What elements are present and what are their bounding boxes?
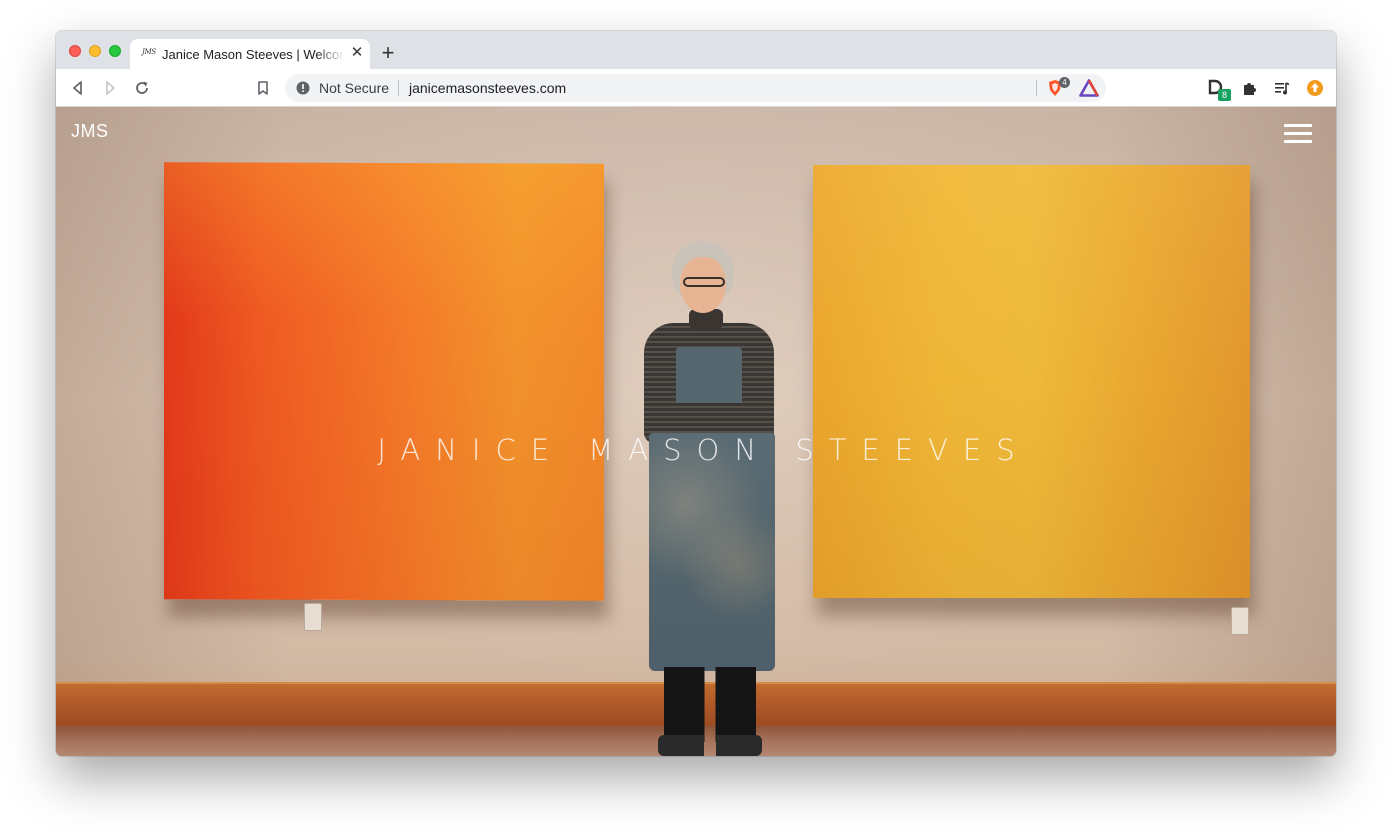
update-available-icon[interactable]: [1305, 78, 1325, 98]
wall-outlet: [1231, 607, 1249, 635]
wall-outlet: [304, 603, 322, 631]
extension-badge: 8: [1218, 89, 1231, 101]
hamburger-menu-icon[interactable]: [1284, 124, 1312, 144]
media-queue-icon[interactable]: [1272, 78, 1292, 98]
url-text[interactable]: janicemasonsteeves.com: [409, 80, 566, 96]
tab-close-icon[interactable]: ✕: [349, 45, 365, 61]
divider: [398, 80, 399, 96]
extensions-puzzle-icon[interactable]: [1240, 78, 1260, 98]
close-window-button[interactable]: [69, 45, 81, 57]
address-bar[interactable]: Not Secure janicemasonsteeves.com 4: [285, 74, 1106, 102]
favicon-icon: JMS: [142, 48, 156, 56]
site-logo[interactable]: JMS: [71, 121, 109, 142]
reload-icon[interactable]: [132, 78, 152, 98]
security-status[interactable]: Not Secure: [319, 80, 389, 96]
shield-count-badge: 4: [1059, 77, 1070, 88]
painting-red-orange: [164, 162, 604, 601]
toolbar: Not Secure janicemasonsteeves.com 4 8: [56, 69, 1336, 107]
forward-icon[interactable]: [100, 78, 120, 98]
new-tab-button[interactable]: +: [378, 42, 398, 64]
artist-photo: [634, 237, 784, 756]
brave-rewards-icon[interactable]: [1079, 79, 1099, 97]
hero-section: JMS JANICE MASON STEEVES: [56, 107, 1336, 756]
browser-window: JMS Janice Mason Steeves | Welcome ✕ + N…: [56, 31, 1336, 756]
painting-yellow-orange: [813, 165, 1250, 598]
hero-title: JANICE MASON STEEVES: [377, 433, 1030, 467]
tab-title: Janice Mason Steeves | Welcome: [162, 47, 344, 62]
fullscreen-window-button[interactable]: [109, 45, 121, 57]
tab-strip: JMS Janice Mason Steeves | Welcome ✕ +: [56, 31, 1336, 69]
tab-janice-mason-steeves[interactable]: JMS Janice Mason Steeves | Welcome ✕: [130, 39, 370, 69]
divider: [1036, 80, 1037, 96]
minimize-window-button[interactable]: [89, 45, 101, 57]
back-icon[interactable]: [68, 78, 88, 98]
warning-info-icon[interactable]: [296, 81, 310, 95]
bookmark-icon[interactable]: [253, 78, 273, 98]
